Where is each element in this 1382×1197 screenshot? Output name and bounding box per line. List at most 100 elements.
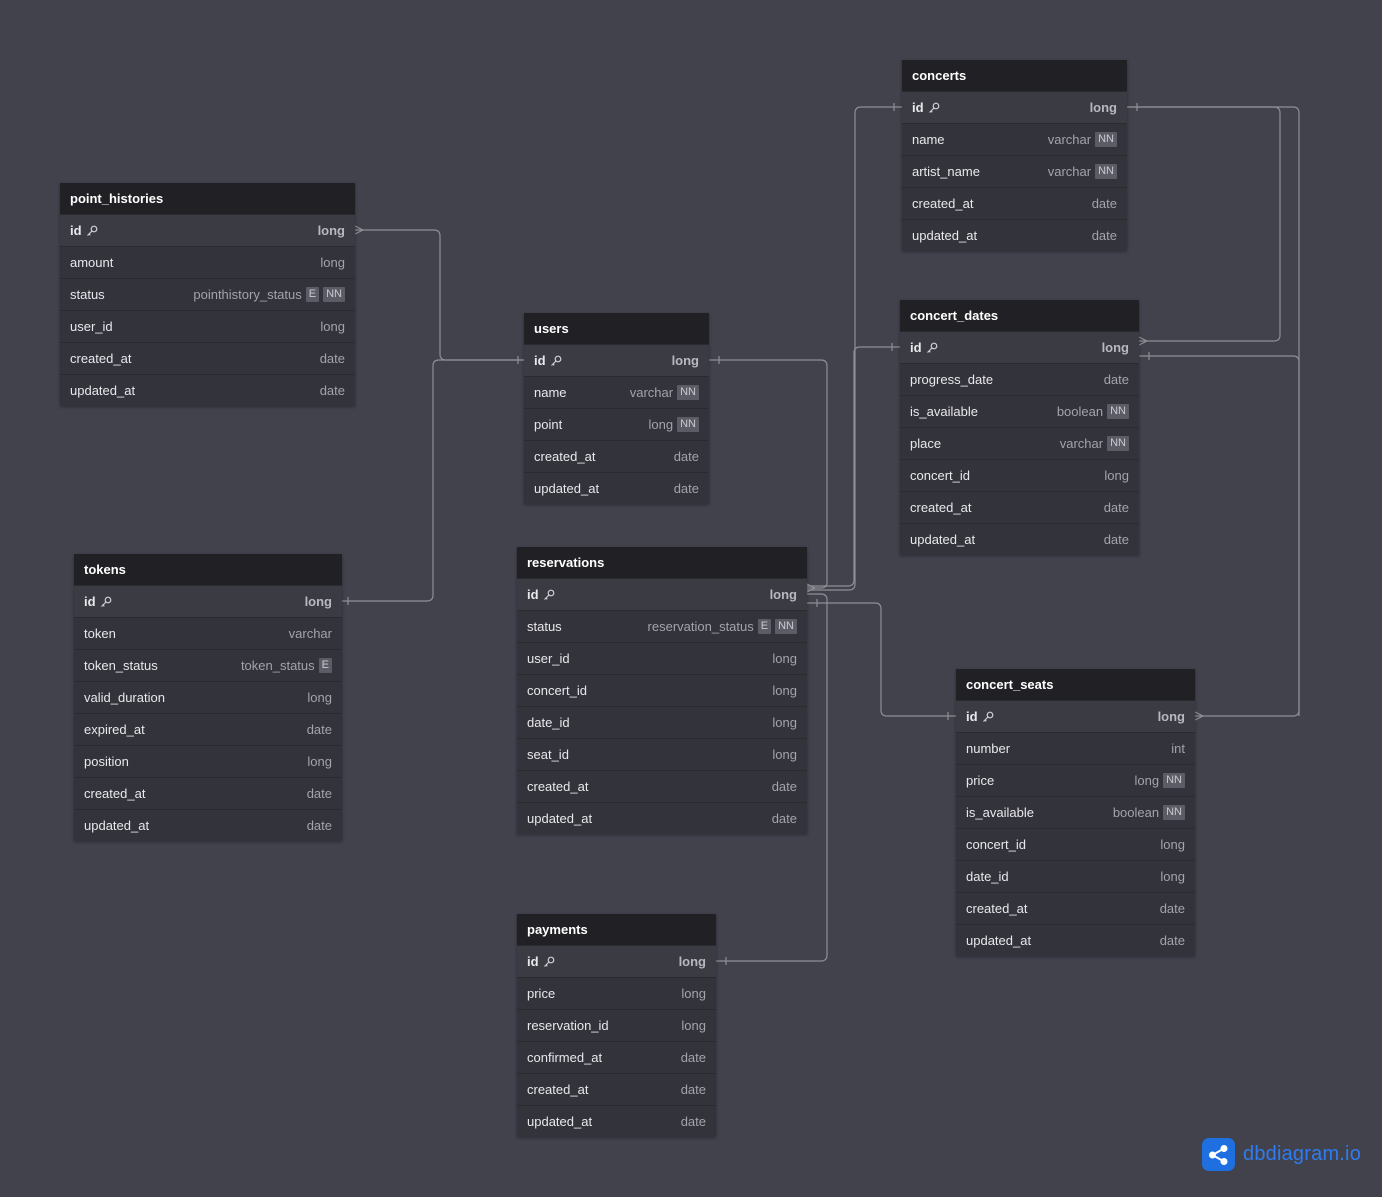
table-header[interactable]: payments	[517, 914, 716, 945]
field-type-text: long	[1157, 709, 1185, 724]
link-reservations-concertseats[interactable]	[807, 602, 956, 717]
field-row[interactable]: status reservation_status E NN	[517, 610, 807, 642]
field-row[interactable]: created_at date	[74, 777, 342, 809]
field-row[interactable]: id long	[956, 700, 1195, 732]
field-type-text: long	[671, 353, 699, 368]
field-type-text: long	[681, 986, 706, 1001]
field-row[interactable]: created_at date	[517, 1073, 716, 1105]
table-payments[interactable]: payments id long price long reservation_id lon…	[517, 914, 716, 1137]
field-type: date	[320, 351, 345, 366]
field-row[interactable]: id long	[524, 344, 709, 376]
table-concerts[interactable]: concerts id long name varchar NN artist_name va…	[902, 60, 1127, 251]
table-concert-seats[interactable]: concert_seats id long number int price long NN i…	[956, 669, 1195, 956]
crows-foot-many[interactable]	[806, 583, 817, 593]
field-row[interactable]: updated_at date	[74, 809, 342, 841]
field-row[interactable]: place varchar NN	[900, 427, 1139, 459]
field-type: long	[672, 353, 699, 368]
field-type: long	[770, 587, 797, 602]
field-row[interactable]: id long	[517, 578, 807, 610]
field-type: date	[1104, 372, 1129, 387]
table-users[interactable]: users id long name varchar NN point long NN creat…	[524, 313, 709, 504]
field-row[interactable]: updated_at date	[956, 924, 1195, 956]
field-row[interactable]: created_at date	[956, 892, 1195, 924]
field-row[interactable]: updated_at date	[900, 523, 1139, 555]
link-concerts-concertseats[interactable]	[1127, 106, 1300, 717]
field-row[interactable]: amount long	[60, 246, 355, 278]
field-type: date	[307, 786, 332, 801]
field-type: date	[772, 779, 797, 794]
table-reservations[interactable]: reservations id long status reservation_stat…	[517, 547, 807, 834]
table-header[interactable]: reservations	[517, 547, 807, 578]
field-row[interactable]: price long	[517, 977, 716, 1009]
field-row[interactable]: user_id long	[60, 310, 355, 342]
field-row[interactable]: id long	[517, 945, 716, 977]
field-name-text: created_at	[910, 500, 972, 515]
field-row[interactable]: expired_at date	[74, 713, 342, 745]
dbdiagram-logo[interactable]: dbdiagram.io	[1202, 1138, 1361, 1171]
table-header[interactable]: concert_dates	[900, 300, 1139, 331]
table-header[interactable]: point_histories	[60, 183, 355, 214]
field-row[interactable]: status pointhistory_status E NN	[60, 278, 355, 310]
field-row[interactable]: name varchar NN	[524, 376, 709, 408]
link-tokens-users[interactable]	[342, 359, 524, 602]
field-row[interactable]: point long NN	[524, 408, 709, 440]
crows-foot-many[interactable]	[1138, 336, 1149, 346]
field-row[interactable]: seat_id long	[517, 738, 807, 770]
field-row[interactable]: number int	[956, 732, 1195, 764]
field-row[interactable]: concert_id long	[517, 674, 807, 706]
link-concertdates-reservations[interactable]	[807, 346, 900, 587]
link-concertdates-concertseats[interactable]	[1139, 355, 1300, 716]
field-row[interactable]: updated_at date	[902, 219, 1127, 251]
field-row[interactable]: updated_at date	[524, 472, 709, 504]
field-row[interactable]: user_id long	[517, 642, 807, 674]
field-type: date	[1104, 500, 1129, 515]
field-row[interactable]: updated_at date	[60, 374, 355, 406]
field-row[interactable]: updated_at date	[517, 1105, 716, 1137]
field-name: expired_at	[84, 722, 145, 737]
field-name: token	[84, 626, 116, 641]
field-row[interactable]: date_id long	[517, 706, 807, 738]
field-row[interactable]: token_status token_status E	[74, 649, 342, 681]
field-row[interactable]: id long	[60, 214, 355, 246]
field-row[interactable]: name varchar NN	[902, 123, 1127, 155]
field-row[interactable]: updated_at date	[517, 802, 807, 834]
field-row[interactable]: created_at date	[524, 440, 709, 472]
field-row[interactable]: valid_duration long	[74, 681, 342, 713]
table-header[interactable]: users	[524, 313, 709, 344]
link-concerts-concertdates[interactable]	[1127, 106, 1281, 342]
crows-foot-many[interactable]	[1194, 711, 1205, 721]
field-row[interactable]: created_at date	[900, 491, 1139, 523]
field-row[interactable]: created_at date	[60, 342, 355, 374]
field-name-text: is_available	[966, 805, 1034, 820]
diagram-canvas[interactable]: point_histories id long amount long status poi…	[0, 0, 1382, 1197]
field-row[interactable]: id long	[900, 331, 1139, 363]
field-row[interactable]: id long	[74, 585, 342, 617]
field-row[interactable]: is_available boolean NN	[900, 395, 1139, 427]
field-row[interactable]: reservation_id long	[517, 1009, 716, 1041]
link-pointhistories-users[interactable]	[355, 229, 524, 361]
field-row[interactable]: confirmed_at date	[517, 1041, 716, 1073]
table-header[interactable]: tokens	[74, 554, 342, 585]
table-header[interactable]: concert_seats	[956, 669, 1195, 700]
field-row[interactable]: id long	[902, 91, 1127, 123]
field-row[interactable]: concert_id long	[900, 459, 1139, 491]
field-row[interactable]: artist_name varchar NN	[902, 155, 1127, 187]
field-row[interactable]: created_at date	[902, 187, 1127, 219]
table-point-histories[interactable]: point_histories id long amount long status poi…	[60, 183, 355, 406]
field-row[interactable]: concert_id long	[956, 828, 1195, 860]
field-row[interactable]: price long NN	[956, 764, 1195, 796]
field-row[interactable]: progress_date date	[900, 363, 1139, 395]
field-row[interactable]: date_id long	[956, 860, 1195, 892]
field-row[interactable]: created_at date	[517, 770, 807, 802]
field-row[interactable]: is_available boolean NN	[956, 796, 1195, 828]
field-row[interactable]: token varchar	[74, 617, 342, 649]
table-header[interactable]: concerts	[902, 60, 1127, 91]
table-tokens[interactable]: tokens id long token varchar token_status toke…	[74, 554, 342, 841]
field-name-text: progress_date	[910, 372, 994, 387]
enum-badge: E	[757, 619, 772, 634]
field-type: pointhistory_status E NN	[193, 287, 345, 302]
link-concerts-reservations[interactable]	[807, 106, 902, 591]
crows-foot-many[interactable]	[354, 225, 365, 235]
field-row[interactable]: position long	[74, 745, 342, 777]
table-concert-dates[interactable]: concert_dates id long progress_date date is_a…	[900, 300, 1139, 555]
